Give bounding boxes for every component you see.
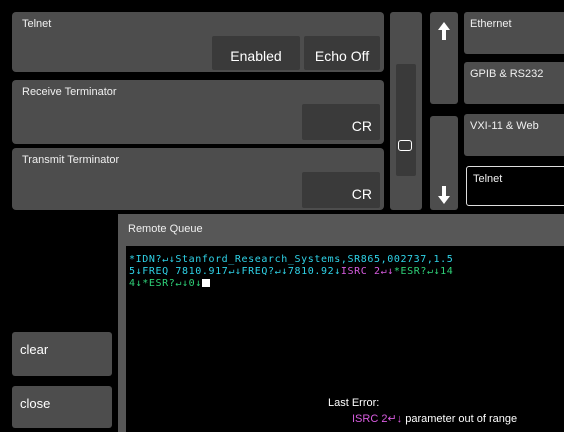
queue-segment: 4↓ [129, 278, 143, 289]
tab-ethernet[interactable]: Ethernet [464, 12, 564, 54]
tab-gpib-rs232[interactable]: GPIB & RS232 [464, 62, 564, 104]
receive-terminator-button[interactable]: CR [302, 104, 380, 140]
queue-segment: *ESR?↵↓0↓ [142, 278, 202, 289]
arrow-up-icon [438, 22, 450, 40]
scroll-up-button[interactable] [430, 12, 458, 104]
queue-segment: *IDN?↵↓ [129, 254, 176, 265]
error-message: parameter out of range [402, 413, 518, 425]
tab-vxi11-web[interactable]: VXI-11 & Web [464, 114, 564, 156]
transmit-terminator-title: Transmit Terminator [22, 154, 120, 166]
remote-queue-text: *IDN?↵↓Stanford_Research_Systems,SR865,0… [129, 254, 561, 290]
receive-terminator-panel: Receive Terminator CR [12, 80, 384, 144]
remote-queue-screen: *IDN?↵↓Stanford_Research_Systems,SR865,0… [126, 246, 564, 432]
last-error-line: ISRC 2↵↓ parameter out of range [352, 412, 517, 425]
queue-segment: 5↓ [129, 266, 143, 277]
remote-queue-title: Remote Queue [128, 223, 203, 235]
scroll-down-button[interactable] [430, 116, 458, 210]
telnet-echo-button[interactable]: Echo Off [304, 36, 380, 70]
tab-telnet[interactable]: Telnet [466, 166, 564, 206]
telnet-panel: Telnet Enabled Echo Off [12, 12, 384, 72]
queue-segment: *ESR?↵↓14 [393, 266, 454, 277]
clear-button[interactable]: clear [12, 332, 112, 376]
telnet-title: Telnet [22, 18, 52, 30]
telnet-enabled-button[interactable]: Enabled [212, 36, 300, 70]
remote-queue-panel: Remote Queue *IDN?↵↓Stanford_Research_Sy… [118, 214, 564, 432]
close-button[interactable]: close [12, 386, 112, 428]
receive-terminator-title: Receive Terminator [22, 86, 117, 98]
transmit-terminator-panel: Transmit Terminator CR [12, 148, 384, 210]
transmit-terminator-button[interactable]: CR [302, 172, 380, 208]
queue-segment: FREQ 7810.917↵↓FREQ?↵↓7810.92↓ [142, 266, 341, 277]
text-cursor [201, 279, 210, 287]
queue-segment: ISRC 2↵↓ [340, 266, 394, 277]
scroll-track[interactable] [390, 12, 422, 210]
arrow-down-icon [438, 186, 450, 204]
last-error-label: Last Error: [328, 397, 380, 409]
error-command: ISRC 2↵↓ [352, 413, 403, 425]
queue-segment: Stanford_Research_Systems,SR865,002737,1… [175, 254, 454, 265]
scroll-handle-icon [398, 140, 412, 151]
scroll-handle[interactable] [396, 64, 416, 176]
